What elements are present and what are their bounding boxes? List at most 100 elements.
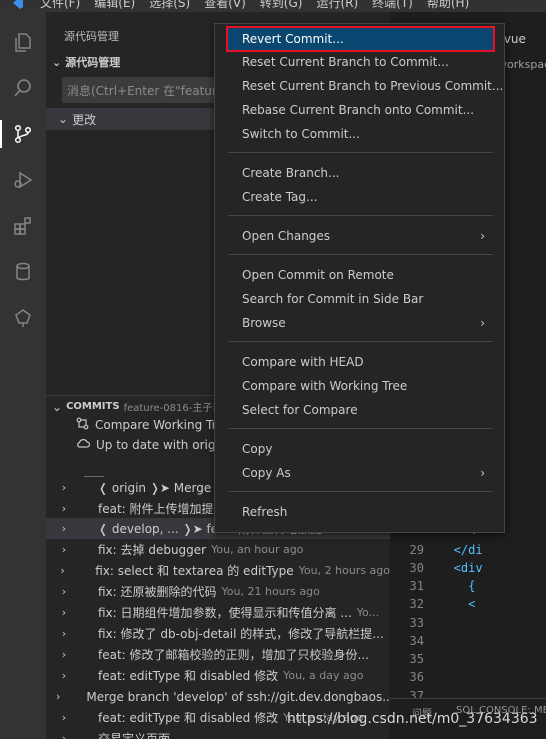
code-line: 30 <div <box>390 561 546 580</box>
cloud-icon <box>76 437 91 452</box>
menu-item-compare-with-working-tree[interactable]: Compare with Working Tree <box>228 375 493 397</box>
commit-item[interactable]: › fix: 修改了 db-obj-detail 的样式，修改了导航栏提... <box>46 623 390 644</box>
git-graph-icon[interactable] <box>9 304 37 332</box>
menu-run[interactable]: 运行(R) <box>316 0 358 11</box>
code-line: 32 < <box>390 597 546 616</box>
compare-icon <box>76 417 89 433</box>
menu-item-compare-with-head[interactable]: Compare with HEAD <box>228 351 493 373</box>
commit-context-menu: Revert Commit... Reset Current Branch to… <box>214 23 505 533</box>
run-debug-icon[interactable] <box>9 166 37 194</box>
code-line: 36 <box>390 670 546 689</box>
code-line: 29 </di <box>390 543 546 562</box>
line-number: 37 <box>409 688 424 699</box>
menu-edit[interactable]: 编辑(E) <box>94 0 135 11</box>
chevron-right-icon: › <box>61 543 67 556</box>
menu-separator <box>228 341 493 342</box>
chevron-right-icon: › <box>56 690 61 703</box>
menu-terminal[interactable]: 终端(T) <box>372 0 413 11</box>
line-number: 34 <box>409 633 424 648</box>
menu-item-browse[interactable]: Browse › <box>228 312 493 334</box>
menu-item-copy-as[interactable]: Copy As › <box>228 462 493 484</box>
menu-separator <box>228 491 493 492</box>
menu-item-select-for-compare[interactable]: Select for Compare <box>228 399 493 421</box>
chevron-right-icon: › <box>61 481 67 494</box>
menu-separator <box>228 254 493 255</box>
source-control-section-header[interactable]: ⌄ 源代码管理 <box>52 54 120 70</box>
branch-name: feature-0816-主子表 <box>123 403 223 414</box>
files-icon[interactable] <box>9 28 37 56</box>
commit-item[interactable]: › fix: 去掉 debugger You, an hour ago <box>46 539 390 560</box>
compare-working-tree-label: Compare Working Tre <box>95 417 224 432</box>
menu-item-open-commit-on-remote[interactable]: Open Commit on Remote <box>228 264 493 286</box>
chevron-right-icon: › <box>61 711 67 724</box>
menu-item-search-for-commit[interactable]: Search for Commit in Side Bar <box>228 288 493 310</box>
commit-item[interactable]: › Merge branch 'develop' of ssh://git.dev… <box>46 686 390 707</box>
chevron-down-icon: ⌄ <box>52 55 62 69</box>
menu-item-rebase-onto-commit[interactable]: Rebase Current Branch onto Commit... <box>228 99 493 121</box>
menu-item-create-tag[interactable]: Create Tag... <box>228 186 493 208</box>
line-number: 30 <box>409 560 424 575</box>
database-icon[interactable] <box>9 258 37 286</box>
menu-item-reset-branch-to-previous-commit[interactable]: Reset Current Branch to Previous Commit.… <box>228 75 503 97</box>
chevron-right-icon: › <box>61 502 67 515</box>
menu-help[interactable]: 帮助(H) <box>427 0 469 11</box>
code-text: { <box>432 579 476 593</box>
code-text: <div <box>432 560 483 575</box>
chevron-down-icon: ⌄ <box>58 112 69 126</box>
activity-bar <box>0 12 46 739</box>
chevron-right-icon: › <box>61 669 67 682</box>
menu-view[interactable]: 查看(V) <box>204 0 246 11</box>
chevron-right-icon: › <box>61 606 67 619</box>
watermark: https://blog.csdn.net/m0_37634363 <box>287 711 538 727</box>
up-to-date-label: Up to date with origin <box>96 437 227 452</box>
chevron-right-icon: › <box>60 564 65 577</box>
menu-bar: 文件(F) 编辑(E) 选择(S) 查看(V) 转到(G) 运行(R) 终端(T… <box>40 0 469 11</box>
changes-label: 更改 <box>72 112 97 127</box>
chevron-right-icon: › <box>480 466 485 480</box>
chevron-right-icon: › <box>61 585 67 598</box>
menu-item-open-changes[interactable]: Open Changes › <box>228 225 493 247</box>
menu-separator <box>228 152 493 153</box>
chevron-right-icon: › <box>480 229 485 243</box>
commit-item[interactable]: › fix: 还原被删除的代码 You, 21 hours ago <box>46 581 390 602</box>
menu-selection[interactable]: 选择(S) <box>149 0 190 11</box>
search-icon[interactable] <box>9 74 37 102</box>
menu-item-switch-to-commit[interactable]: Switch to Commit... <box>228 123 493 145</box>
menu-file[interactable]: 文件(F) <box>40 0 80 11</box>
menu-item-reset-branch-to-commit[interactable]: Reset Current Branch to Commit... <box>228 51 493 73</box>
menu-item-create-branch[interactable]: Create Branch... <box>228 162 493 184</box>
vscode-logo-icon <box>10 0 24 10</box>
chevron-right-icon: › <box>61 522 67 535</box>
commit-item[interactable]: › fix: select 和 textarea 的 editType You, 2… <box>46 560 390 581</box>
chevron-right-icon: › <box>61 732 67 739</box>
code-line: 31 { <box>390 579 546 598</box>
commit-item[interactable]: › feat: editType 和 disabled 修改 You, a day … <box>46 665 390 686</box>
sidebar-title: 源代码管理 <box>64 30 119 43</box>
line-number: 32 <box>409 597 424 612</box>
chevron-down-icon: ⌄ <box>52 399 63 414</box>
menu-item-refresh[interactable]: Refresh <box>228 501 493 523</box>
chevron-right-icon: › <box>61 627 67 640</box>
commit-item[interactable]: › feat: 修改了邮箱校验的正则，增加了只校验身份... <box>46 644 390 665</box>
line-number: 31 <box>409 579 424 593</box>
code-text: </di <box>432 542 483 557</box>
menu-item-copy[interactable]: Copy <box>228 438 493 460</box>
code-text: < <box>432 597 476 612</box>
code-line: 33 <box>390 616 546 635</box>
commit-item[interactable]: › fix: 日期组件增加参数，使得显示和传值分离 ... Yo... <box>46 602 390 623</box>
menu-go[interactable]: 转到(G) <box>260 0 303 11</box>
extensions-icon[interactable] <box>9 212 37 240</box>
menu-item-revert-commit[interactable]: Revert Commit... <box>226 26 495 52</box>
title-bar: 文件(F) 编辑(E) 选择(S) 查看(V) 转到(G) 运行(R) 终端(T… <box>0 0 546 12</box>
up-to-date-item[interactable]: Up to date with origin <box>76 434 226 455</box>
commit-item[interactable]: › 交易定义页面 <box>46 728 390 739</box>
menu-separator <box>228 428 493 429</box>
line-number: 33 <box>409 615 424 630</box>
section-label: 源代码管理 <box>65 56 121 69</box>
line-number: 36 <box>409 670 424 685</box>
menu-separator <box>228 215 493 216</box>
code-line: 37 <box>390 689 546 699</box>
source-control-icon[interactable] <box>0 120 37 148</box>
compare-working-tree-item[interactable]: Compare Working Tre <box>76 414 224 435</box>
line-number: 29 <box>409 542 424 557</box>
